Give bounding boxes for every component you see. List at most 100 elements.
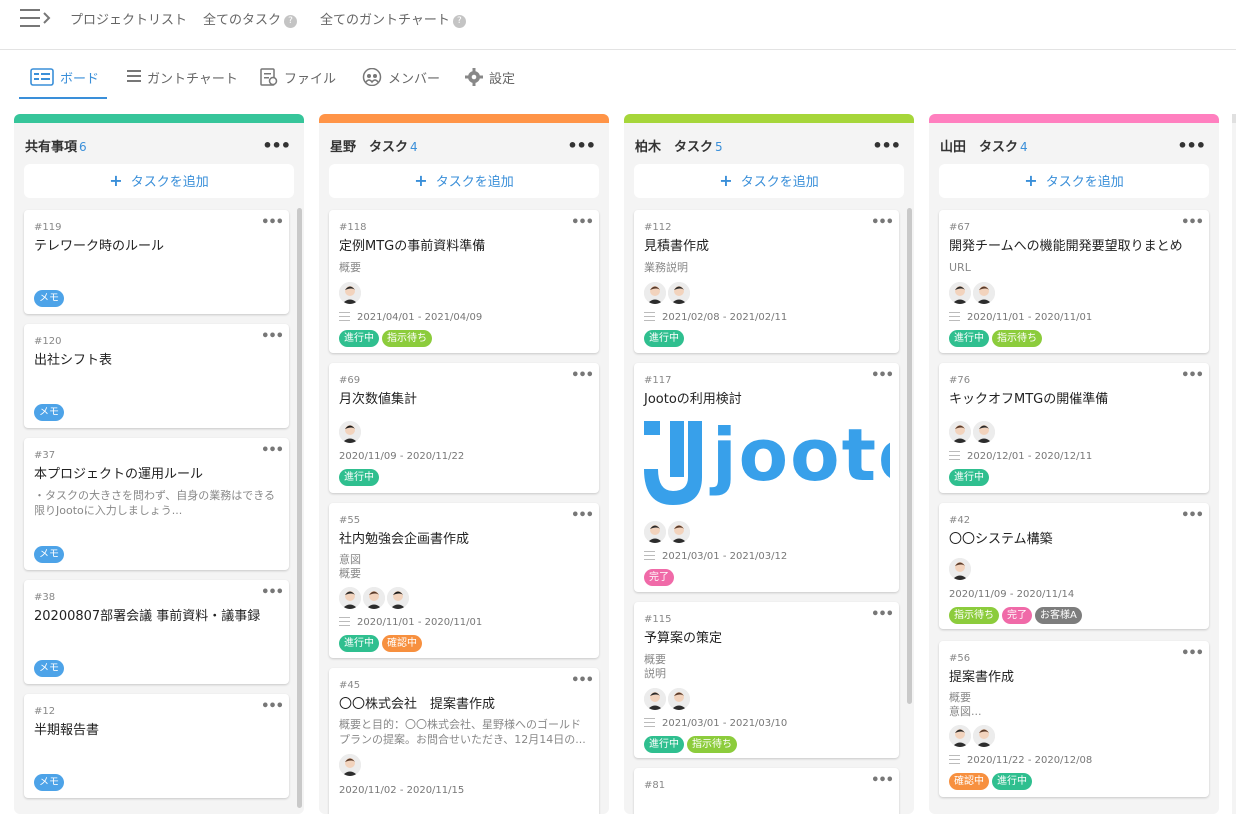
- hamburger-menu-icon[interactable]: [18, 7, 54, 29]
- task-card[interactable]: #67 ••• 開発チームへの機能開発要望取りまとめ URL 2020/11/0…: [939, 210, 1209, 353]
- add-task-button[interactable]: + タスクを追加: [939, 164, 1209, 198]
- all-gantt-link[interactable]: 全てのガントチャート?: [320, 9, 466, 28]
- avatar[interactable]: [668, 282, 690, 304]
- task-card[interactable]: #56 ••• 提案書作成 概要 意図... 2020/11/22 - 2020…: [939, 641, 1209, 797]
- task-card[interactable]: #81 •••: [634, 768, 899, 814]
- tab-member[interactable]: メンバー: [362, 68, 440, 98]
- card-menu-button[interactable]: •••: [261, 443, 284, 458]
- avatar[interactable]: [949, 558, 971, 580]
- card-menu-button[interactable]: •••: [571, 368, 594, 383]
- card-menu-button[interactable]: •••: [1181, 646, 1204, 661]
- card-menu-button[interactable]: •••: [871, 607, 894, 622]
- task-card[interactable]: #12 ••• 半期報告書 メモ: [24, 694, 289, 798]
- column-task-count: 4: [1020, 140, 1028, 154]
- tag-list: 進行中: [644, 330, 687, 347]
- card-menu-button[interactable]: •••: [261, 329, 284, 344]
- board-column-yamada: 山田 タスク 4 ••• + タスクを追加 #67 ••• 開発チームへの機能開発要…: [929, 114, 1219, 814]
- avatar[interactable]: [949, 725, 971, 747]
- task-card[interactable]: #55 ••• 社内勉強会企画書作成 意図 概要 2020/11/01 - 20…: [329, 503, 599, 658]
- task-dates: 2021/03/01 - 2021/03/12: [662, 551, 788, 562]
- task-card[interactable]: #37 ••• 本プロジェクトの運用ルール ・タスクの大きさを問わず、自身の業務…: [24, 438, 289, 570]
- avatar[interactable]: [387, 587, 409, 609]
- task-dates: 2021/04/01 - 2021/04/09: [357, 312, 483, 323]
- avatar[interactable]: [949, 282, 971, 304]
- avatar[interactable]: [363, 587, 385, 609]
- column-scrollbar[interactable]: [297, 208, 302, 808]
- attachment-thumbnail-jooto-logo[interactable]: jooto: [644, 419, 890, 509]
- task-card[interactable]: #69 ••• 月次数値集計 2020/11/09 - 2020/11/22 進…: [329, 363, 599, 493]
- column-menu-button[interactable]: •••: [872, 136, 901, 155]
- card-menu-button[interactable]: •••: [261, 585, 284, 600]
- column-menu-button[interactable]: •••: [567, 136, 596, 155]
- help-icon[interactable]: ?: [284, 15, 298, 28]
- avatar[interactable]: [339, 587, 361, 609]
- task-description: 業務説明: [644, 261, 688, 274]
- task-card[interactable]: #112 ••• 見積書作成 業務説明 2021/02/08 - 2021/02…: [634, 210, 899, 353]
- avatar[interactable]: [644, 521, 666, 543]
- task-card[interactable]: #76 ••• キックオフMTGの開催準備 2020/12/01 - 2020/…: [939, 363, 1209, 493]
- avatar[interactable]: [339, 754, 361, 776]
- tab-board[interactable]: ボード: [19, 68, 107, 99]
- column-menu-button[interactable]: •••: [1177, 136, 1206, 155]
- avatar[interactable]: [644, 688, 666, 710]
- tag-list: メモ: [34, 404, 67, 421]
- task-card[interactable]: #117 ••• Jootoの利用検討 jooto 2021/03/01 - 2…: [634, 363, 899, 592]
- task-card[interactable]: #42 ••• 〇〇システム構築 2020/11/09 - 2020/11/14…: [939, 503, 1209, 629]
- card-menu-button[interactable]: •••: [871, 215, 894, 230]
- task-card[interactable]: #38 ••• 20200807部署会議 事前資料・議事録 メモ: [24, 580, 289, 684]
- tab-gantt[interactable]: ガントチャート: [127, 68, 238, 98]
- task-title: 出社シフト表: [34, 353, 113, 368]
- tag-list: 進行中 指示待ち: [339, 330, 435, 347]
- card-menu-button[interactable]: •••: [571, 215, 594, 230]
- date-lines-icon: [339, 312, 350, 321]
- card-menu-button[interactable]: •••: [261, 699, 284, 714]
- add-task-button[interactable]: + タスクを追加: [24, 164, 294, 198]
- task-id: #55: [339, 515, 361, 526]
- avatar[interactable]: [973, 725, 995, 747]
- add-task-button[interactable]: + タスクを追加: [329, 164, 599, 198]
- assignee-avatars: [339, 754, 363, 778]
- card-menu-button[interactable]: •••: [571, 508, 594, 523]
- avatar[interactable]: [339, 282, 361, 304]
- add-task-label: タスクを追加: [435, 175, 514, 190]
- task-description: 概要: [339, 261, 361, 274]
- tab-file[interactable]: ファイル: [260, 68, 336, 98]
- avatar[interactable]: [339, 421, 361, 443]
- column-header: 星野 タスク 4: [330, 136, 418, 155]
- add-task-button[interactable]: + タスクを追加: [634, 164, 904, 198]
- date-lines-icon: [644, 718, 655, 727]
- all-tasks-link[interactable]: 全てのタスク?: [203, 9, 298, 28]
- card-menu-button[interactable]: •••: [871, 773, 894, 788]
- card-menu-button[interactable]: •••: [261, 215, 284, 230]
- avatar[interactable]: [644, 282, 666, 304]
- task-card[interactable]: #115 ••• 予算案の策定 概要 説明 2021/03/01 - 2021/…: [634, 602, 899, 758]
- project-list-link[interactable]: プロジェクトリスト: [70, 9, 187, 28]
- tag-memo: メモ: [34, 774, 64, 791]
- card-menu-button[interactable]: •••: [571, 673, 594, 688]
- task-card[interactable]: #118 ••• 定例MTGの事前資料準備 概要 2021/04/01 - 20…: [329, 210, 599, 353]
- avatar[interactable]: [973, 282, 995, 304]
- tag-list: 進行中: [339, 469, 382, 486]
- card-menu-button[interactable]: •••: [1181, 508, 1204, 523]
- column-scrollbar[interactable]: [907, 208, 912, 704]
- column-menu-button[interactable]: •••: [262, 136, 291, 155]
- task-card[interactable]: #119 ••• テレワーク時のルール メモ: [24, 210, 289, 314]
- avatar[interactable]: [668, 521, 690, 543]
- tab-settings[interactable]: 設定: [465, 68, 515, 98]
- task-description: 概要: [644, 653, 666, 666]
- avatar[interactable]: [668, 688, 690, 710]
- card-menu-button[interactable]: •••: [1181, 215, 1204, 230]
- task-dates: 2020/11/09 - 2020/11/22: [339, 451, 465, 462]
- help-icon[interactable]: ?: [452, 15, 466, 28]
- avatar[interactable]: [949, 421, 971, 443]
- task-card[interactable]: #45 ••• 〇〇株式会社 提案書作成 概要と目的：〇〇株式会社、星野様へのゴ…: [329, 668, 599, 814]
- card-menu-button[interactable]: •••: [871, 368, 894, 383]
- task-card[interactable]: #120 ••• 出社シフト表 メモ: [24, 324, 289, 428]
- task-id: #38: [34, 592, 56, 603]
- avatar[interactable]: [973, 421, 995, 443]
- task-title: 社内勉強会企画書作成: [339, 532, 470, 547]
- card-menu-button[interactable]: •••: [1181, 368, 1204, 383]
- tag-list: 進行中: [949, 469, 992, 486]
- board-column-shared: 共有事項 6 ••• + タスクを追加 #119 ••• テレワーク時のルール メモ…: [14, 114, 304, 814]
- task-title: 本プロジェクトの運用ルール: [34, 467, 204, 482]
